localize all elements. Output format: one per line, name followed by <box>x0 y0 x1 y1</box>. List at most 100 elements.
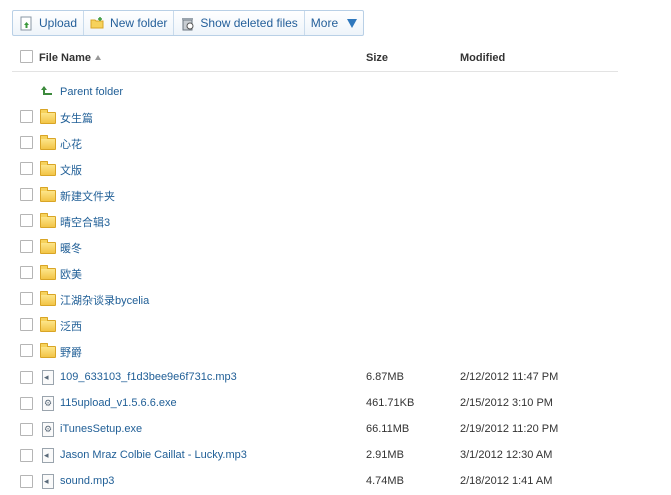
folder-shape <box>40 239 56 254</box>
parent-folder-row[interactable]: Parent folder <box>0 80 671 106</box>
new-folder-icon <box>90 16 105 31</box>
row-checkbox[interactable] <box>20 318 33 331</box>
file-name-link[interactable]: 109_633103_f1d3bee9e6f731c.mp3 <box>60 371 237 383</box>
column-size-header[interactable]: Size <box>366 52 388 64</box>
file-size: 461.71KB <box>366 397 415 409</box>
folder-icon <box>40 161 56 176</box>
folder-name-link[interactable]: 暖冬 <box>60 240 82 256</box>
list-item[interactable]: 暖冬 <box>0 234 671 260</box>
list-item[interactable]: ⚙ iTunesSetup.exe 66.11MB 2/19/2012 11:20 P… <box>0 417 671 443</box>
folder-shape <box>40 161 56 176</box>
upload-icon <box>19 16 34 31</box>
folder-icon <box>40 239 56 254</box>
row-checkbox[interactable] <box>20 292 33 305</box>
audio-file-icon: ◂ <box>40 474 55 489</box>
folder-icon <box>40 213 56 228</box>
row-checkbox[interactable] <box>20 240 33 253</box>
gear-icon: ⚙ <box>44 424 53 434</box>
folder-name-link[interactable]: 心花 <box>60 136 82 152</box>
new-folder-label: New folder <box>110 16 168 30</box>
show-deleted-button[interactable]: Show deleted files <box>174 11 305 35</box>
column-name-label: File Name <box>39 52 91 64</box>
list-item[interactable]: 文版 <box>0 156 671 182</box>
row-checkbox[interactable] <box>20 188 33 201</box>
folder-icon <box>40 343 56 358</box>
list-item[interactable]: 野爵 <box>0 338 671 364</box>
list-item[interactable]: 女生篇 <box>0 104 671 130</box>
folder-icon <box>40 317 56 332</box>
more-label: More <box>310 16 339 30</box>
list-item[interactable]: 心花 <box>0 130 671 156</box>
file-size: 6.87MB <box>366 371 404 383</box>
more-dropdown[interactable]: More <box>305 11 363 35</box>
file-name-link[interactable]: Jason Mraz Colbie Caillat - Lucky.mp3 <box>60 449 247 461</box>
folder-icon <box>40 135 56 150</box>
folder-name-link[interactable]: 欧美 <box>60 266 82 282</box>
gear-icon: ⚙ <box>44 398 53 408</box>
sort-ascending-icon <box>94 55 101 60</box>
row-checkbox[interactable] <box>20 371 33 384</box>
audio-file-icon: ◂ <box>40 448 55 463</box>
file-name-link[interactable]: iTunesSetup.exe <box>60 423 142 435</box>
folder-icon <box>40 265 56 280</box>
show-deleted-label: Show deleted files <box>200 16 298 30</box>
row-checkbox[interactable] <box>20 136 33 149</box>
list-item[interactable]: 欧美 <box>0 260 671 286</box>
row-checkbox[interactable] <box>20 110 33 123</box>
upload-label: Upload <box>39 16 78 30</box>
file-modified: 2/12/2012 11:47 PM <box>460 371 559 383</box>
list-item[interactable]: 新建文件夹 <box>0 182 671 208</box>
file-name-link[interactable]: 115upload_v1.5.6.6.exe <box>60 397 177 409</box>
file-name-link[interactable]: sound.mp3 <box>60 475 114 487</box>
row-checkbox[interactable] <box>20 162 33 175</box>
row-checkbox[interactable] <box>20 449 33 462</box>
folder-name-link[interactable]: 泛西 <box>60 318 82 334</box>
folder-name-link[interactable]: 野爵 <box>60 344 82 360</box>
file-shape: ◂ <box>42 370 54 385</box>
folder-shape <box>40 187 56 202</box>
file-modified: 2/18/2012 1:41 AM <box>460 475 553 487</box>
file-modified: 2/19/2012 11:20 PM <box>460 423 559 435</box>
folder-name-link[interactable]: 江湖杂谈录bycelia <box>60 292 149 308</box>
row-checkbox[interactable] <box>20 344 33 357</box>
row-checkbox[interactable] <box>20 475 33 488</box>
file-modified: 2/15/2012 3:10 PM <box>460 397 553 409</box>
audio-file-icon: ◂ <box>40 370 55 385</box>
toolbar: Upload New folder Show deleted files Mor… <box>12 10 365 36</box>
list-item[interactable]: ◂ sound.mp3 4.74MB 2/18/2012 1:41 AM <box>0 469 671 495</box>
new-folder-button[interactable]: New folder <box>84 11 175 35</box>
file-size: 2.91MB <box>366 449 404 461</box>
column-modified-header[interactable]: Modified <box>460 52 505 64</box>
folder-shape <box>40 213 56 228</box>
folder-name-link[interactable]: 新建文件夹 <box>60 188 115 204</box>
list-item[interactable]: ⚙ 115upload_v1.5.6.6.exe 461.71KB 2/15/2012… <box>0 391 671 417</box>
list-item[interactable]: 泛西 <box>0 312 671 338</box>
row-checkbox[interactable] <box>20 397 33 410</box>
select-all-checkbox[interactable] <box>20 50 33 63</box>
list-item[interactable]: ◂ Jason Mraz Colbie Caillat - Lucky.mp3 2.… <box>0 443 671 469</box>
row-checkbox[interactable] <box>20 266 33 279</box>
row-checkbox[interactable] <box>20 423 33 436</box>
list-item[interactable]: ◂ 109_633103_f1d3bee9e6f731c.mp3 6.87MB 2/1… <box>0 365 671 391</box>
folder-shape <box>40 135 56 150</box>
folder-name-link[interactable]: 晴空合辑3 <box>60 214 110 230</box>
folder-icon <box>40 187 56 202</box>
trash-icon <box>180 16 195 31</box>
folder-shape <box>40 343 56 358</box>
folder-shape <box>40 109 56 124</box>
speaker-icon: ◂ <box>44 476 49 486</box>
list-item[interactable]: 江湖杂谈录bycelia <box>0 286 671 312</box>
folder-icon <box>40 291 56 306</box>
folder-shape <box>40 265 56 280</box>
chevron-down-icon <box>347 18 358 28</box>
file-shape: ⚙ <box>42 422 54 437</box>
row-checkbox[interactable] <box>20 214 33 227</box>
back-arrow-icon <box>40 85 55 99</box>
column-name-header[interactable]: File Name <box>39 52 101 64</box>
folder-name-link[interactable]: 女生篇 <box>60 110 93 126</box>
file-size: 66.11MB <box>366 423 410 435</box>
folder-name-link[interactable]: 文版 <box>60 162 82 178</box>
upload-button[interactable]: Upload <box>13 11 85 35</box>
parent-folder-link[interactable]: Parent folder <box>60 86 123 98</box>
list-item[interactable]: 晴空合辑3 <box>0 208 671 234</box>
